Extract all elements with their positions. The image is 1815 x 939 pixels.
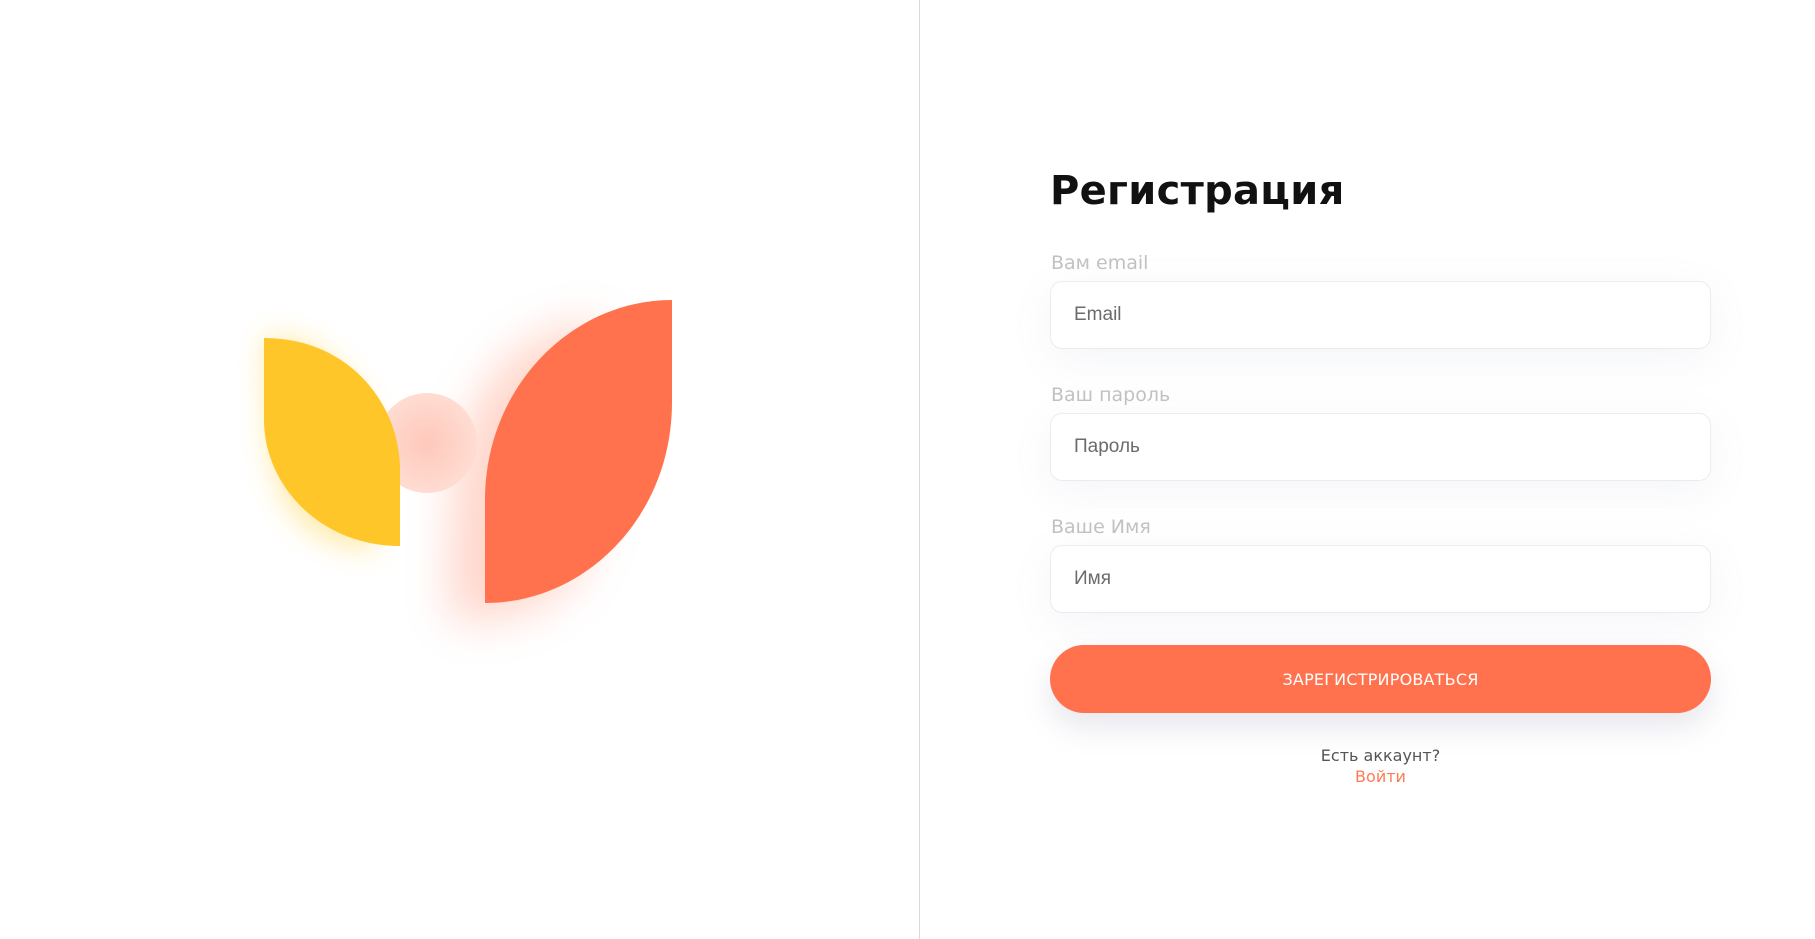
logo-yellow-leaf — [264, 338, 400, 546]
registration-page: Регистрация Вам email Ваш пароль Ваше Им… — [0, 0, 1815, 939]
name-field[interactable] — [1050, 545, 1711, 613]
logo — [200, 230, 720, 650]
account-question: Есть аккаунт? — [1320, 746, 1441, 765]
password-field[interactable] — [1050, 413, 1711, 481]
logo-orange-leaf — [485, 300, 672, 603]
logo-graphic — [264, 300, 672, 620]
name-label: Ваше Имя — [1051, 516, 1151, 538]
brand-panel — [0, 0, 919, 939]
email-field[interactable] — [1050, 281, 1711, 349]
register-button[interactable]: ЗАРЕГИСТРИРОВАТЬСЯ — [1050, 645, 1711, 713]
registration-form: Регистрация Вам email Ваш пароль Ваше Им… — [920, 0, 1815, 939]
email-label: Вам email — [1051, 252, 1149, 274]
page-title: Регистрация — [1050, 168, 1345, 214]
login-link[interactable]: Войти — [1050, 767, 1711, 786]
password-label: Ваш пароль — [1051, 384, 1171, 406]
